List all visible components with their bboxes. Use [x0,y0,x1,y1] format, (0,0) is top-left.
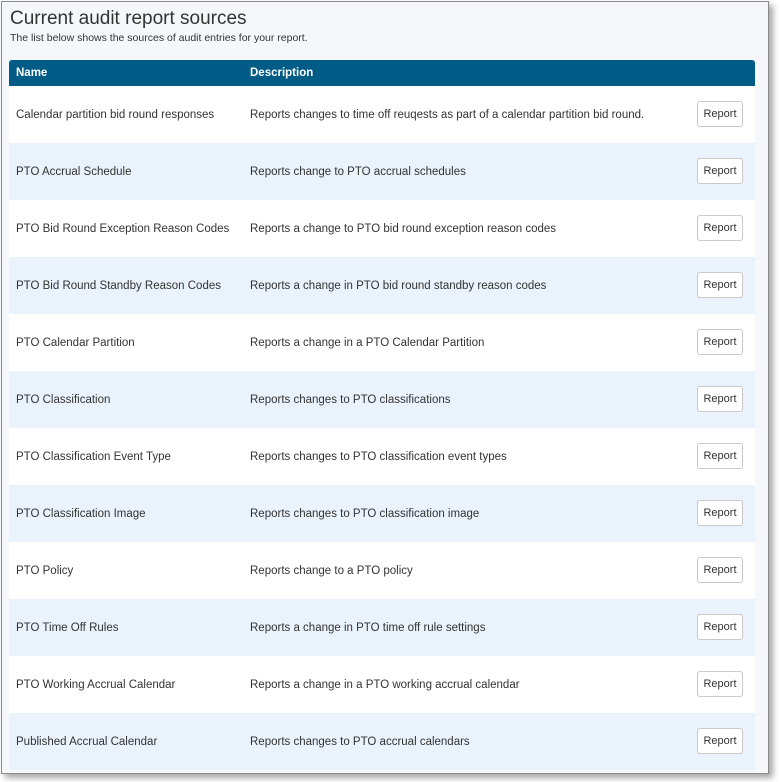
audit-sources-panel: Current audit report sources The list be… [1,1,769,774]
table-row: Published Accrual Calendar Reports chang… [9,713,755,770]
table-row: PTO Bid Round Exception Reason Codes Rep… [9,200,755,257]
row-description: Reports a change in a PTO working accrua… [250,678,520,691]
row-description: Reports changes to PTO accrual calendars [250,735,470,748]
row-name: PTO Working Accrual Calendar [16,678,176,691]
report-button[interactable]: Report [697,443,743,469]
report-button[interactable]: Report [697,272,743,298]
row-description: Reports changes to time off reuqests as … [250,108,645,121]
table-row: PTO Accrual Schedule Reports change to P… [9,143,755,200]
table-row: PTO Classification Reports changes to PT… [9,371,755,428]
table-row: PTO Bid Round Standby Reason Codes Repor… [9,257,755,314]
report-button[interactable]: Report [697,158,743,184]
report-button[interactable]: Report [697,557,743,583]
row-description: Reports change to a PTO policy [250,564,413,577]
row-name: Calendar partition bid round responses [16,108,215,121]
row-description: Reports changes to PTO classification im… [250,507,480,520]
report-button[interactable]: Report [697,215,743,241]
table-row: PTO Calendar Partition Reports a change … [9,314,755,371]
column-header-description: Description [250,67,314,79]
report-button[interactable]: Report [697,728,743,754]
table-row: PTO Classification Event Type Reports ch… [9,428,755,485]
row-name: PTO Bid Round Standby Reason Codes [16,279,221,292]
table-row: PTO Classification Image Reports changes… [9,485,755,542]
report-button[interactable]: Report [697,386,743,412]
table-row: PTO Working Accrual Calendar Reports a c… [9,656,755,713]
row-name: PTO Bid Round Exception Reason Codes [16,222,230,235]
row-description: Reports changes to PTO classification ev… [250,450,507,463]
table-row: PTO Time Off Rules Reports a change in P… [9,599,755,656]
row-description: Reports change to PTO accrual schedules [250,165,466,178]
row-name: PTO Time Off Rules [16,621,119,634]
row-description: Reports a change in PTO time off rule se… [250,621,486,634]
page-title: Current audit report sources [10,8,247,29]
row-name: PTO Classification Image [16,507,146,520]
row-description: Reports a change to PTO bid round except… [250,222,557,235]
report-button[interactable]: Report [697,614,743,640]
row-description: Reports a change in a PTO Calendar Parti… [250,336,485,349]
table-row: PTO Policy Reports change to a PTO polic… [9,542,755,599]
table-header: Name Description [9,60,755,86]
row-name: PTO Policy [16,564,74,577]
row-name: PTO Accrual Schedule [16,165,132,178]
row-description: Reports a change in PTO bid round standb… [250,279,547,292]
report-button[interactable]: Report [697,329,743,355]
row-name: PTO Classification [16,393,111,406]
row-description: Reports changes to PTO classifications [250,393,451,406]
row-name: PTO Classification Event Type [16,450,171,463]
row-name: PTO Calendar Partition [16,336,135,349]
audit-sources-table: Name Description Calendar partition bid … [9,60,755,770]
table-row: Calendar partition bid round responses R… [9,86,755,143]
page-subtitle: The list below shows the sources of audi… [10,32,308,44]
column-header-name: Name [16,67,48,79]
row-name: Published Accrual Calendar [16,735,158,748]
report-button[interactable]: Report [697,500,743,526]
report-button[interactable]: Report [697,671,743,697]
report-button[interactable]: Report [697,101,743,127]
